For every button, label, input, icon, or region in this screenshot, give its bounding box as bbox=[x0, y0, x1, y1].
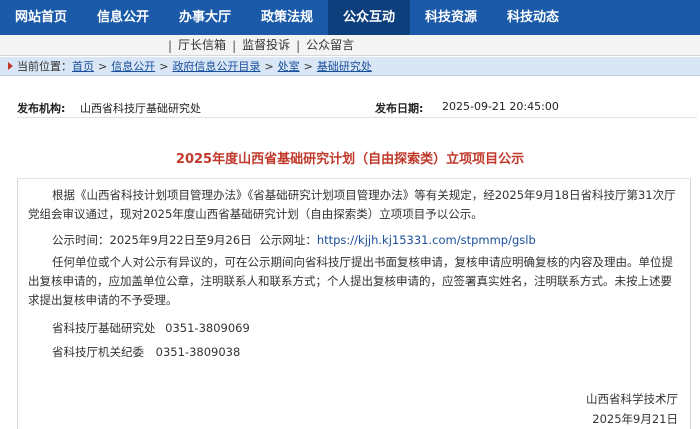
contact-phone: 0351-3809069 bbox=[165, 321, 250, 335]
breadcrumb: 当前位置： 首页 > 信息公开 > 政府信息公开目录 > 处室 > 基础研究处 bbox=[0, 57, 700, 76]
breadcrumb-link-catalog[interactable]: 政府信息公开目录 bbox=[172, 58, 260, 74]
signature-date: 2025年9月21日 bbox=[592, 412, 678, 426]
publish-org-value: 山西省科技厅基础研究处 bbox=[80, 102, 201, 115]
nav-item-policy[interactable]: 政策法规 bbox=[246, 0, 328, 35]
nav-item-info-disclosure[interactable]: 信息公开 bbox=[82, 0, 164, 35]
paragraph-objection: 任何单位或个人对公示有异议的，可在公示期间向省科技厅提出书面复核申请，复核申请应… bbox=[28, 255, 673, 307]
paragraph-period: 公示时间：2025年9月22日至9月26日 公示网址：https://kjjh.… bbox=[28, 231, 678, 250]
breadcrumb-link-basic-research[interactable]: 基础研究处 bbox=[317, 58, 372, 74]
nav-item-public-interaction[interactable]: 公众互动 bbox=[328, 0, 410, 35]
breadcrumb-separator: > bbox=[303, 59, 313, 73]
publish-date-label: 发布日期: bbox=[375, 102, 424, 115]
contact-name: 省科技厅基础研究处 bbox=[52, 321, 156, 335]
arrow-right-icon bbox=[8, 62, 13, 70]
sub-nav: | 厅长信箱 | 监督投诉 | 公众留言 bbox=[0, 35, 700, 56]
breadcrumb-link-info-disclosure[interactable]: 信息公开 bbox=[111, 58, 155, 74]
paragraph-basis: 根据《山西省科技计划项目管理办法》《省基础研究计划项目管理办法》等有关规定，经2… bbox=[28, 188, 676, 221]
sub-nav-director-mailbox[interactable]: 厅长信箱 bbox=[172, 35, 232, 56]
top-nav: 网站首页 信息公开 办事大厅 政策法规 公众互动 科技资源 科技动态 bbox=[0, 0, 700, 35]
contact-phone: 0351-3809038 bbox=[155, 345, 241, 359]
article-title: 2025年度山西省基础研究计划（自由探索类）立项项目公示 bbox=[175, 152, 525, 167]
contact-name: 省科技厅机关纪委 bbox=[52, 345, 144, 359]
breadcrumb-link-home[interactable]: 首页 bbox=[72, 58, 94, 74]
url-label: 公示网址： bbox=[259, 233, 317, 247]
period-value: 2025年9月22日至9月26日 bbox=[109, 233, 252, 247]
breadcrumb-separator: > bbox=[98, 59, 108, 73]
nav-item-tech-news[interactable]: 科技动态 bbox=[492, 0, 574, 35]
breadcrumb-link-departments[interactable]: 处室 bbox=[278, 58, 300, 74]
publish-date-value: 2025-09-21 20:45:00 bbox=[442, 100, 559, 113]
publish-org-label: 发布机构: bbox=[17, 102, 66, 115]
contact-discipline-committee: 省科技厅机关纪委 0351-3809038 bbox=[28, 343, 678, 362]
article-body: 根据《山西省科技计划项目管理办法》《省基础研究计划项目管理办法》等有关规定，经2… bbox=[17, 178, 691, 429]
sub-nav-public-message[interactable]: 公众留言 bbox=[300, 35, 360, 56]
breadcrumb-prefix: 当前位置： bbox=[17, 60, 72, 73]
announcement-url-link[interactable]: https://kjjh.kj15331.com/stpmmp/gslb bbox=[317, 233, 536, 247]
breadcrumb-separator: > bbox=[159, 59, 169, 73]
nav-item-home[interactable]: 网站首页 bbox=[0, 0, 82, 35]
breadcrumb-separator: > bbox=[264, 59, 274, 73]
nav-item-tech-resources[interactable]: 科技资源 bbox=[410, 0, 492, 35]
period-label: 公示时间： bbox=[52, 233, 110, 247]
nav-item-service-hall[interactable]: 办事大厅 bbox=[164, 0, 246, 35]
sub-nav-supervision-complaint[interactable]: 监督投诉 bbox=[236, 35, 296, 56]
contact-basic-research: 省科技厅基础研究处 0351-3809069 bbox=[28, 319, 678, 338]
signature-org: 山西省科学技术厅 bbox=[586, 392, 678, 406]
publish-meta: 发布机构: 山西省科技厅基础研究处 发布日期: 2025-09-21 20:45… bbox=[17, 96, 697, 118]
